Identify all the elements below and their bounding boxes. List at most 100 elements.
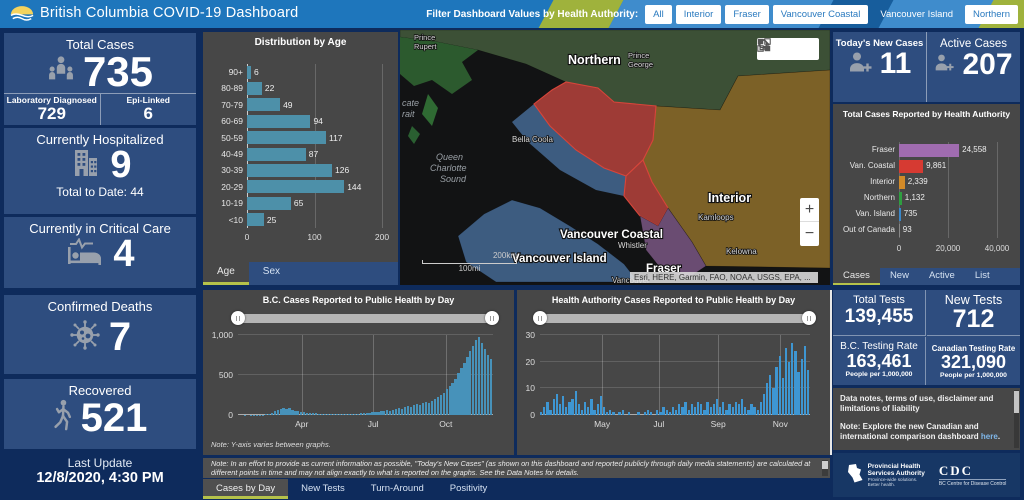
bar[interactable] xyxy=(691,404,693,415)
filter-button-interior[interactable]: Interior xyxy=(676,5,722,24)
bar[interactable] xyxy=(606,412,608,415)
bar[interactable] xyxy=(672,407,674,415)
bar[interactable] xyxy=(315,413,317,415)
bar[interactable] xyxy=(321,414,323,415)
slider-handle-right[interactable] xyxy=(802,311,816,325)
bar[interactable] xyxy=(681,407,683,415)
here-link[interactable]: here xyxy=(981,432,998,441)
slider-handle-left[interactable] xyxy=(231,311,245,325)
bar[interactable] xyxy=(348,414,350,415)
bar[interactable] xyxy=(899,192,902,205)
bar[interactable] xyxy=(247,213,264,226)
bar[interactable] xyxy=(688,410,690,415)
bar[interactable] xyxy=(735,402,737,415)
bar[interactable] xyxy=(327,414,329,415)
bar[interactable] xyxy=(662,407,664,415)
bar[interactable] xyxy=(490,359,492,415)
bar[interactable] xyxy=(268,414,270,415)
bar[interactable] xyxy=(656,410,658,415)
bar[interactable] xyxy=(484,349,486,415)
bar[interactable] xyxy=(288,408,290,415)
bar[interactable] xyxy=(622,410,624,415)
bar[interactable] xyxy=(618,412,620,415)
bar[interactable] xyxy=(706,402,708,415)
bar[interactable] xyxy=(546,402,548,415)
bar[interactable] xyxy=(383,411,385,415)
bar[interactable] xyxy=(747,410,749,415)
bar[interactable] xyxy=(694,407,696,415)
bar[interactable] xyxy=(277,410,279,415)
bar[interactable] xyxy=(666,410,668,415)
bar[interactable] xyxy=(899,176,905,189)
bar[interactable] xyxy=(553,399,555,415)
bar[interactable] xyxy=(377,412,379,415)
bar[interactable] xyxy=(416,404,418,415)
bar[interactable] xyxy=(282,408,284,415)
bar[interactable] xyxy=(366,413,368,415)
bar[interactable] xyxy=(434,399,436,415)
bar[interactable] xyxy=(628,412,630,415)
bar[interactable] xyxy=(345,414,347,415)
bar[interactable] xyxy=(612,412,614,415)
bc-daily-time-slider[interactable] xyxy=(235,314,495,323)
bar[interactable] xyxy=(407,406,409,415)
bar[interactable] xyxy=(540,412,542,415)
bar[interactable] xyxy=(559,404,561,415)
bar[interactable] xyxy=(428,403,430,415)
bar[interactable] xyxy=(899,144,959,157)
bar[interactable] xyxy=(333,414,335,415)
bar[interactable] xyxy=(351,414,353,415)
bar[interactable] xyxy=(291,410,293,415)
bar[interactable] xyxy=(413,405,415,415)
bar[interactable] xyxy=(306,413,308,415)
bar[interactable] xyxy=(410,407,412,415)
bar[interactable] xyxy=(700,404,702,415)
bar[interactable] xyxy=(478,337,480,415)
bar[interactable] xyxy=(454,379,456,415)
bar[interactable] xyxy=(581,410,583,415)
bar[interactable] xyxy=(247,131,326,144)
health-authority-map[interactable]: Northern Interior Vancouver Coastal Fras… xyxy=(400,30,830,285)
bar[interactable] xyxy=(297,411,299,415)
zoom-out-button[interactable]: − xyxy=(800,222,819,246)
tab-list[interactable]: List xyxy=(965,268,1000,285)
tab-new-tests[interactable]: New Tests xyxy=(288,479,358,499)
bar[interactable] xyxy=(766,383,768,415)
bar[interactable] xyxy=(753,407,755,415)
bar[interactable] xyxy=(760,402,762,415)
footer-note-scrollbar[interactable] xyxy=(822,460,828,476)
bar[interactable] xyxy=(360,413,362,415)
bar[interactable] xyxy=(446,389,448,415)
bar[interactable] xyxy=(398,408,400,415)
bar[interactable] xyxy=(571,399,573,415)
bar[interactable] xyxy=(386,410,388,415)
bar[interactable] xyxy=(565,407,567,415)
bar[interactable] xyxy=(543,407,545,415)
bar[interactable] xyxy=(247,115,310,128)
bar[interactable] xyxy=(587,407,589,415)
bar[interactable] xyxy=(750,404,752,415)
bar[interactable] xyxy=(603,407,605,415)
bar[interactable] xyxy=(300,412,302,415)
bar[interactable] xyxy=(247,164,332,177)
bar[interactable] xyxy=(487,355,489,415)
bar[interactable] xyxy=(354,414,356,415)
bar[interactable] xyxy=(556,394,558,415)
slider-handle-right[interactable] xyxy=(485,311,499,325)
bar[interactable] xyxy=(791,343,793,415)
bar[interactable] xyxy=(309,413,311,415)
bar[interactable] xyxy=(794,351,796,415)
bar[interactable] xyxy=(568,402,570,415)
bar[interactable] xyxy=(562,396,564,415)
bar[interactable] xyxy=(475,340,477,415)
bar[interactable] xyxy=(637,412,639,415)
bar[interactable] xyxy=(443,393,445,415)
bar[interactable] xyxy=(419,405,421,415)
bar[interactable] xyxy=(772,388,774,415)
bar[interactable] xyxy=(744,407,746,415)
tab-positivity[interactable]: Positivity xyxy=(437,479,500,499)
bar[interactable] xyxy=(457,373,459,415)
notes-scrollbar[interactable] xyxy=(1014,390,1019,448)
charts-scrollbar[interactable] xyxy=(830,290,832,455)
slider-handle-left[interactable] xyxy=(533,311,547,325)
